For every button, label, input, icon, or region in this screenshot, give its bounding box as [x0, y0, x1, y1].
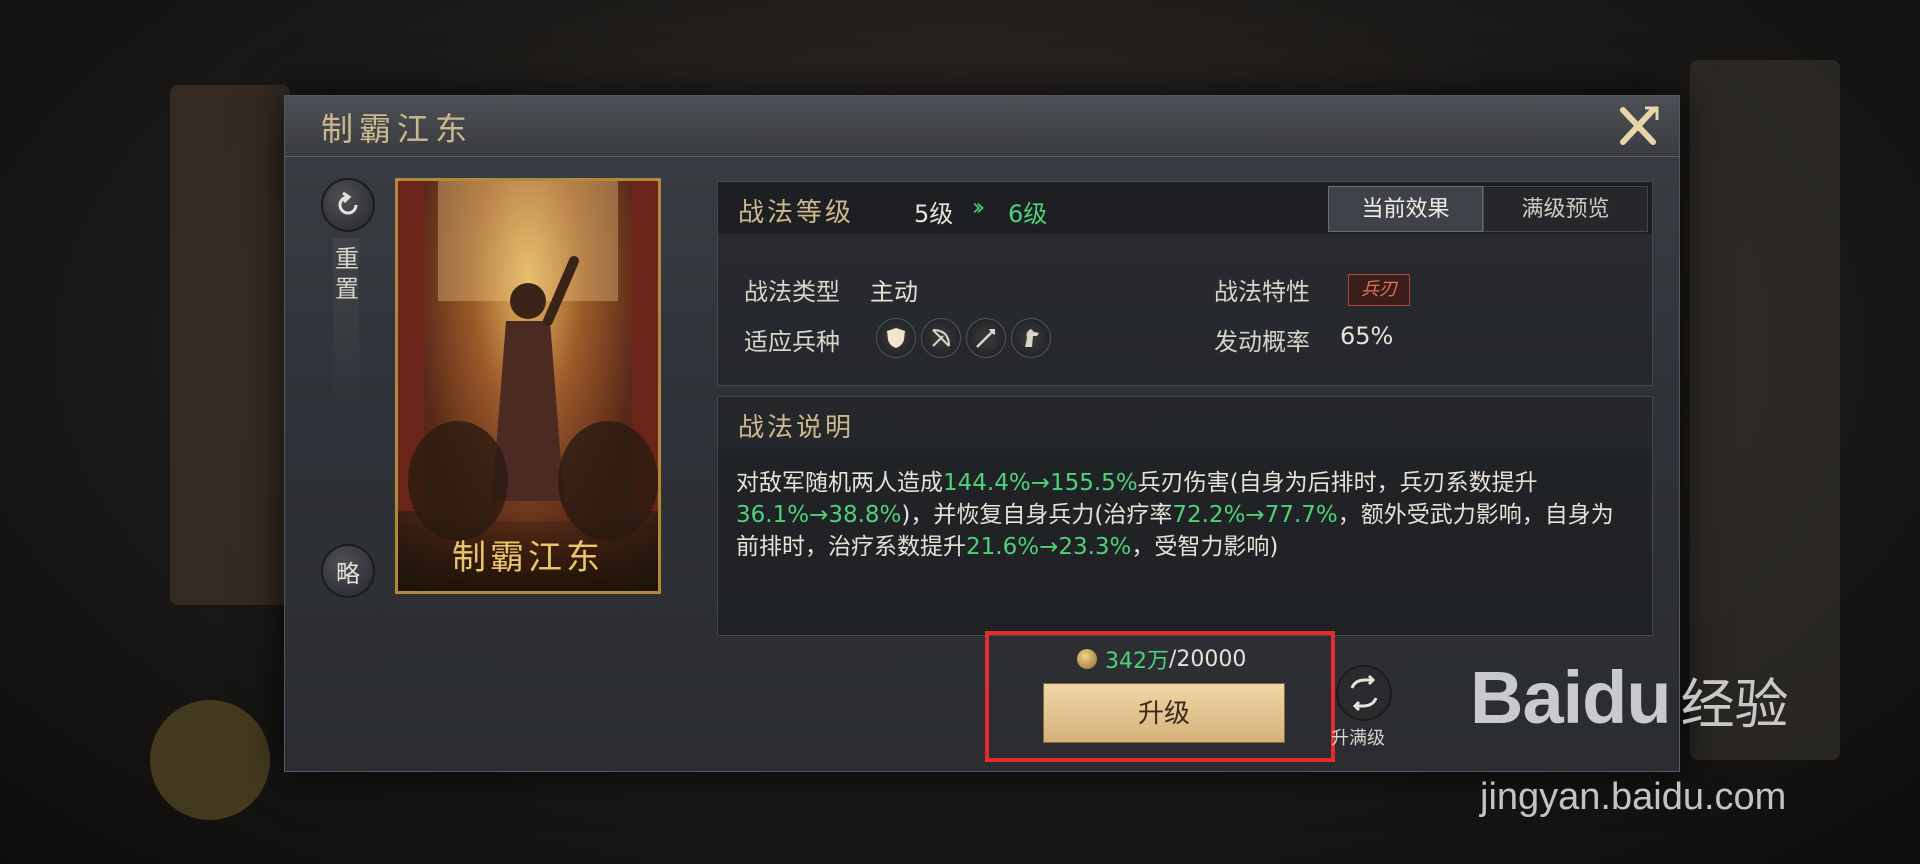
tab-current-effect[interactable]: 当前效果 — [1328, 186, 1483, 232]
desc-part-highlight: 21.6%→23.3% — [966, 534, 1132, 560]
level-next: 6级 — [1008, 200, 1048, 228]
desc-part: )，并恢复自身兵力(治疗率 — [901, 502, 1173, 528]
brief-label: 略 — [336, 559, 360, 588]
desc-part-highlight: 72.2%→77.7% — [1172, 502, 1338, 528]
tactic-card: 制霸江东 — [395, 178, 661, 594]
level-current: 5级 — [914, 200, 954, 228]
reset-button[interactable] — [321, 178, 375, 232]
type-label: 战法类型 — [744, 278, 840, 306]
trait-badge: 兵刃 — [1348, 274, 1410, 306]
level-arrow-icon: ›› — [972, 193, 985, 221]
card-name: 制霸江东 — [452, 538, 604, 578]
description-header: 战法说明 — [718, 397, 1652, 449]
max-level-label: 升满级 — [1331, 728, 1385, 749]
background-panel-left — [170, 85, 290, 605]
spear-icon — [966, 318, 1006, 358]
watermark-cn: 经验 — [1680, 673, 1789, 736]
refresh-icon — [338, 191, 358, 215]
background-emblem — [150, 700, 270, 820]
level-header: 战法等级 5级 ›› 6级 当前效果 满级预览 — [718, 182, 1652, 234]
reset-label: 重置 — [335, 245, 359, 303]
tab-max-level-preview[interactable]: 满级预览 — [1483, 186, 1648, 232]
desc-part: ，受智力影响) — [1131, 534, 1279, 560]
desc-part: 对敌军随机两人造成 — [736, 470, 943, 496]
trait-label: 战法特性 — [1214, 278, 1310, 306]
baidu-watermark: Baidu 经验 — [1470, 655, 1789, 740]
description-panel: 战法说明 对敌军随机两人造成144.4%→155.5%兵刃伤害(自身为后排时，兵… — [717, 396, 1653, 636]
brief-button[interactable]: 略 — [321, 544, 375, 598]
description-text: 对敌军随机两人造成144.4%→155.5%兵刃伤害(自身为后排时，兵刃系数提升… — [736, 467, 1636, 563]
dialog-title: 制霸江东 — [321, 110, 474, 148]
watermark-url: jingyan.baidu.com — [1480, 776, 1787, 818]
description-title: 战法说明 — [738, 413, 855, 443]
horse-icon — [1011, 318, 1051, 358]
troops-label: 适应兵种 — [744, 328, 840, 356]
title-bar: 制霸江东 — [285, 96, 1679, 157]
rate-value: 65% — [1340, 322, 1394, 350]
max-level-button[interactable] — [1335, 664, 1393, 722]
side-controls: 重置 — [321, 178, 375, 304]
rate-label: 发动概率 — [1214, 328, 1310, 356]
level-label: 战法等级 — [738, 198, 855, 228]
close-icon[interactable] — [1615, 104, 1661, 150]
tactic-info-panel: 战法等级 5级 ›› 6级 当前效果 满级预览 战法类型 主动 战法特性 兵刃 … — [717, 181, 1653, 386]
desc-part-highlight: 36.1%→38.8% — [736, 502, 902, 528]
desc-part-highlight: 144.4%→155.5% — [943, 470, 1138, 496]
watermark-logo: Baidu — [1470, 656, 1672, 739]
desc-part: 兵刃伤害(自身为后排时，兵刃系数提升 — [1137, 470, 1538, 496]
shield-icon — [876, 318, 916, 358]
highlight-box — [985, 631, 1335, 762]
type-value: 主动 — [870, 278, 918, 306]
bow-icon — [921, 318, 961, 358]
